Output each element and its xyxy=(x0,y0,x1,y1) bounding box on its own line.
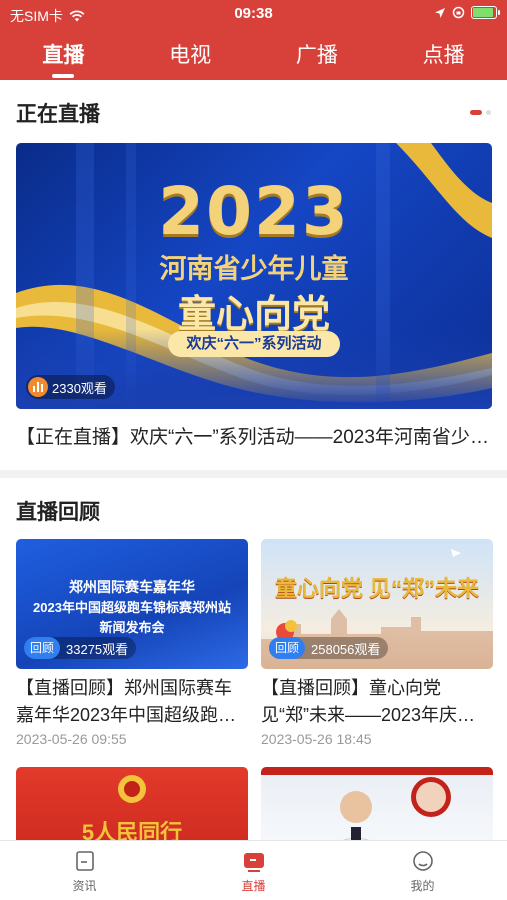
thumb-caption-1: 郑州国际赛车嘉年华 xyxy=(69,579,195,595)
thumb-caption-1: 童心向党 见“郑”未来 xyxy=(274,576,480,601)
replay-badge: 回顾 xyxy=(24,637,61,659)
battery-icon xyxy=(471,6,500,19)
top-tabs: 直播 电视 广播 点播 xyxy=(0,36,507,80)
speaker-portrait-decoration xyxy=(261,767,493,840)
replay-thumbnail[interactable] xyxy=(261,767,493,840)
hero-subtitle: 河南省少年儿童 xyxy=(159,254,349,284)
hero-event-pill: 欢庆“六一”系列活动 xyxy=(168,331,340,357)
tab-vod[interactable]: 点播 xyxy=(380,36,507,80)
status-time: 09:38 xyxy=(234,5,273,22)
replay-view-count-text: 33275观看 xyxy=(66,641,129,657)
nav-news-label: 资讯 xyxy=(72,879,97,893)
replay-card-date: 2023-05-26 18:45 xyxy=(261,731,372,747)
bottom-navigation: 资讯 直播 我的 xyxy=(0,840,507,900)
replay-view-count: 回顾 258056观看 xyxy=(269,637,389,659)
thumb-caption-3: 新闻发布会 xyxy=(99,620,165,635)
nav-profile-label: 我的 xyxy=(410,879,435,893)
replay-view-count: 回顾 33275观看 xyxy=(24,637,137,659)
replay-card[interactable]: 5人民同行 xyxy=(16,767,248,840)
rotation-lock-icon xyxy=(452,6,465,19)
app-root: 无SIM卡 09:38 直播 电视 广播 点播 正在直播 2023 河南省少年儿… xyxy=(0,0,507,900)
replay-card-title[interactable]: 【直播回顾】童心向党 见“郑”未来——2023年庆六一系列活动 xyxy=(261,675,493,729)
replay-thumbnail[interactable]: 郑州国际赛车嘉年华 2023年中国超级跑车锦标赛郑州站 新闻发布会 回顾 332… xyxy=(16,539,248,669)
location-arrow-icon xyxy=(435,7,445,18)
profile-icon xyxy=(412,851,433,871)
replay-section: 直播回顾 郑州国际赛车嘉年华 2023年中国超级跑车锦标赛郑州站 新闻发布会 回… xyxy=(0,478,507,840)
tab-live[interactable]: 直播 xyxy=(0,36,127,80)
replay-card[interactable]: 童心向党 见“郑”未来 回顾 258056观看 【直播回顾】童心向党 见“郑”未… xyxy=(261,539,493,747)
bar-chart-icon xyxy=(28,377,48,397)
replay-badge: 回顾 xyxy=(269,637,306,659)
nav-live-label: 直播 xyxy=(241,879,266,893)
live-view-count-text: 2330观看 xyxy=(52,380,107,396)
carousel-dot xyxy=(486,110,491,115)
live-tv-icon xyxy=(243,853,264,872)
status-bar: 无SIM卡 09:38 xyxy=(0,0,507,28)
live-hero-banner[interactable]: 2023 河南省少年儿童 童心向党 欢庆“六一”系列活动 2330观看 xyxy=(16,143,492,409)
hero-headline: 童心向党 xyxy=(177,294,330,336)
hero-year-text: 2023 xyxy=(158,173,350,250)
live-now-title: 正在直播 xyxy=(16,103,100,126)
status-right xyxy=(434,6,500,19)
news-icon xyxy=(75,851,94,871)
replay-view-count-text: 258056观看 xyxy=(311,641,381,657)
thumb-caption-1: 5人民同行 xyxy=(81,820,183,840)
nav-live[interactable]: 直播 xyxy=(169,841,338,900)
nav-news[interactable]: 资讯 xyxy=(0,841,169,900)
replay-card[interactable] xyxy=(261,767,493,840)
tab-tv[interactable]: 电视 xyxy=(127,36,254,80)
replay-thumbnail[interactable]: 童心向党 见“郑”未来 回顾 258056观看 xyxy=(261,539,493,669)
nav-profile[interactable]: 我的 xyxy=(338,841,507,900)
replay-section-title: 直播回顾 xyxy=(16,501,100,524)
replay-card[interactable]: 郑州国际赛车嘉年华 2023年中国超级跑车锦标赛郑州站 新闻发布会 回顾 332… xyxy=(16,539,248,747)
app-header: 无SIM卡 09:38 直播 电视 广播 点播 xyxy=(0,0,507,80)
replay-thumbnail[interactable]: 5人民同行 xyxy=(16,767,248,840)
live-view-count: 2330观看 xyxy=(26,375,115,399)
tab-radio[interactable]: 广播 xyxy=(254,36,381,80)
thumb-caption-2: 2023年中国超级跑车锦标赛郑州站 xyxy=(33,600,231,615)
live-now-section: 正在直播 2023 河南省少年儿童 童心向党 欢庆“六一”系列活动 2330观看… xyxy=(0,80,507,470)
replay-card-date: 2023-05-26 09:55 xyxy=(16,731,127,747)
carousel-dot-active xyxy=(470,110,482,115)
carousel-indicator xyxy=(470,110,491,115)
replay-card-title[interactable]: 【直播回顾】郑州国际赛车嘉年华2023年中国超级跑车锦标赛郑州站新闻发布会 xyxy=(16,675,248,729)
live-title[interactable]: 【正在直播】欢庆“六一”系列活动——2023年河南省少年儿童童心向党 xyxy=(16,422,492,449)
